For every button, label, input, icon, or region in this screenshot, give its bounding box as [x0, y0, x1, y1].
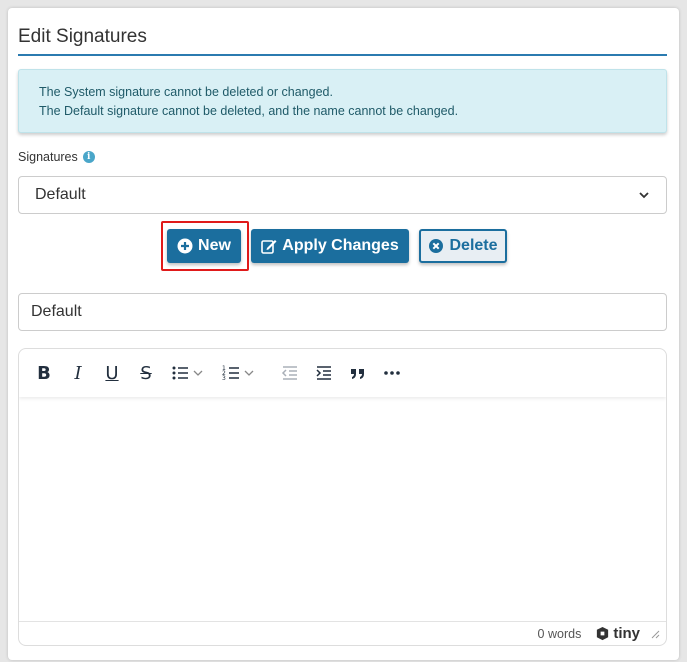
editor-statusbar: 0 words tiny: [19, 621, 666, 645]
blockquote-icon: [351, 369, 364, 379]
svg-text:3: 3: [222, 375, 226, 382]
bullet-list-icon: [172, 366, 188, 380]
apply-changes-button[interactable]: Apply Changes: [251, 229, 409, 263]
outdent-button[interactable]: [273, 356, 307, 390]
numbered-list-button[interactable]: 1 2 3: [222, 363, 273, 383]
title-divider: [18, 54, 667, 56]
bold-button[interactable]: B: [27, 356, 61, 390]
strikethrough-icon: S: [140, 362, 152, 384]
italic-icon: I: [74, 362, 82, 384]
underline-icon: U: [105, 362, 119, 384]
signatures-label-text: Signatures: [18, 150, 78, 164]
indent-icon: [316, 366, 331, 380]
rich-text-editor: B I U S 1 2 3 0 words tiny: [18, 348, 667, 646]
tiny-brand-text: tiny: [613, 625, 640, 642]
bullet-list-button[interactable]: [171, 363, 222, 383]
info-icon[interactable]: i: [82, 151, 95, 163]
signatures-selected-value: Default: [35, 186, 86, 203]
plus-circle-icon: [177, 238, 193, 254]
info-line-2: The Default signature cannot be deleted,…: [39, 104, 459, 118]
new-button-label: New: [198, 237, 231, 254]
underline-button[interactable]: U: [95, 356, 129, 390]
outdent-icon: [281, 366, 297, 380]
signatures-select[interactable]: Default: [18, 176, 667, 214]
signatures-label: Signatures i: [18, 150, 95, 164]
info-alert: The System signature cannot be deleted o…: [18, 69, 667, 133]
new-button[interactable]: New: [167, 229, 241, 263]
italic-button[interactable]: I: [61, 356, 95, 390]
chevron-down-icon: [639, 192, 649, 199]
word-count[interactable]: 0 words: [538, 627, 582, 641]
bold-icon: B: [37, 362, 51, 384]
chevron-down-icon: [244, 370, 254, 376]
delete-button-label: Delete: [449, 237, 498, 254]
indent-button[interactable]: [307, 356, 341, 390]
more-button[interactable]: [375, 356, 409, 390]
close-circle-icon: [429, 239, 444, 253]
numbered-list-icon: 1 2 3: [222, 365, 239, 382]
signature-name-value: Default: [31, 303, 82, 320]
strikethrough-button[interactable]: S: [129, 356, 163, 390]
page-title: Edit Signatures: [18, 26, 147, 47]
editor-content-area[interactable]: [19, 397, 666, 621]
delete-button[interactable]: Delete: [419, 229, 507, 263]
action-buttons: New Apply Changes Delete: [8, 221, 679, 271]
more-icon: [384, 371, 400, 375]
chevron-down-icon: [193, 370, 203, 376]
blockquote-button[interactable]: [341, 356, 375, 390]
info-line-1: The System signature cannot be deleted o…: [39, 85, 333, 99]
signature-name-input[interactable]: Default: [18, 293, 667, 331]
apply-changes-label: Apply Changes: [282, 237, 399, 254]
tiny-logo[interactable]: tiny: [595, 625, 640, 642]
edit-signatures-panel: Edit Signatures The System signature can…: [8, 8, 679, 660]
edit-icon: [261, 240, 277, 254]
editor-toolbar: B I U S 1 2 3: [19, 349, 666, 397]
tiny-logo-icon: [597, 626, 609, 641]
resize-handle-icon[interactable]: [650, 629, 660, 639]
